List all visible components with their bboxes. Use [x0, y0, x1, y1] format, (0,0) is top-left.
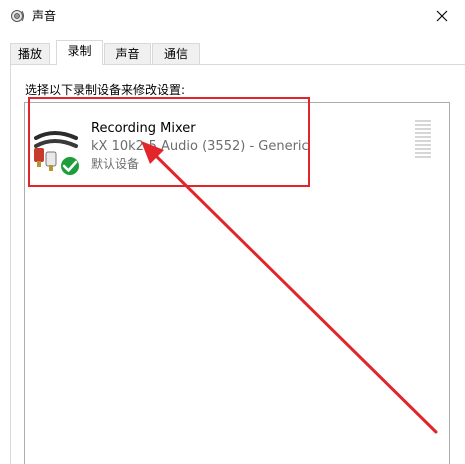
device-description: kX 10k2-5 Audio (3552) - Generic	[91, 139, 309, 154]
tab-sounds[interactable]: 声音	[104, 43, 151, 64]
green-check-icon	[59, 155, 81, 177]
device-status: 默认设备	[91, 157, 140, 171]
close-button[interactable]	[419, 0, 465, 32]
tab-recording[interactable]: 录制	[56, 40, 103, 65]
title-bar: 声音	[0, 0, 465, 32]
level-meter	[415, 120, 431, 160]
close-icon	[436, 10, 448, 22]
device-name: Recording Mixer	[91, 121, 196, 136]
tab-communications[interactable]: 通信	[152, 43, 200, 64]
device-item-recording-mixer[interactable]: Recording Mixer kX 10k2-5 Audio (3552) -…	[30, 118, 430, 178]
instruction-label: 选择以下录制设备来修改设置:	[25, 83, 186, 97]
tab-strip: 播放 录制 声音 通信	[0, 40, 465, 65]
audio-cable-icon	[34, 131, 81, 177]
speaker-icon	[11, 10, 24, 22]
tab-playback[interactable]: 播放	[10, 43, 50, 64]
window-title: 声音	[32, 9, 57, 23]
